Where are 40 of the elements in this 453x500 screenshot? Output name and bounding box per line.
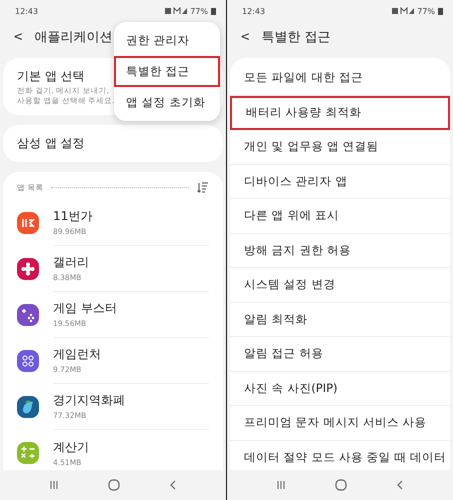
battery-level: 77% [190, 6, 208, 16]
app-name[interactable]: 11번가 [53, 208, 209, 225]
back-icon[interactable] [396, 480, 404, 490]
battery-level: 77% [417, 6, 435, 16]
back-button[interactable]: < [241, 29, 250, 45]
back-icon[interactable] [168, 480, 177, 490]
settings-item[interactable]: 개인 및 업무용 앱 연결됨 [230, 130, 450, 164]
menu-item[interactable]: 권한 관리자 [114, 25, 220, 56]
settings-item[interactable]: 모든 파일에 대한 접근 [230, 61, 450, 96]
home-icon[interactable] [334, 479, 347, 491]
status-time: 12:43 [242, 6, 266, 16]
app-name[interactable]: 게임 부스터 [53, 300, 209, 317]
signal-icon [392, 7, 414, 15]
settings-item[interactable]: 방해 금지 권한 허용 [230, 234, 450, 268]
recent-apps-icon[interactable] [276, 480, 286, 490]
battery-icon [211, 7, 216, 15]
page-title: 애플리케이션 [34, 29, 112, 46]
signal-icon [165, 7, 188, 15]
settings-item[interactable]: 알림 접근 허용 [230, 337, 450, 372]
home-icon[interactable] [108, 479, 120, 491]
setting-title: 기본 앱 선택 [17, 68, 85, 85]
back-button[interactable]: < [14, 29, 22, 45]
app-name[interactable]: 경기지역화폐 [53, 392, 209, 409]
app-name[interactable]: 갤러리 [53, 254, 209, 271]
recent-apps-icon[interactable] [49, 480, 60, 490]
battery-icon [438, 7, 443, 15]
app-name[interactable]: 게임런처 [53, 346, 209, 363]
settings-item[interactable]: 다른 앱 위에 표시 [230, 199, 450, 234]
menu-item[interactable]: 특별한 접근 [114, 56, 220, 87]
settings-item[interactable]: 시스템 설정 변경 [230, 268, 450, 302]
settings-item[interactable]: 디바이스 관리자 앱 [230, 164, 450, 199]
sort-icon[interactable] [197, 182, 209, 193]
settings-item[interactable]: 알림 최적화 [230, 302, 450, 337]
setting-title[interactable]: 삼성 앱 설정 [17, 134, 85, 152]
settings-item[interactable]: 사진 속 사진(PIP) [230, 372, 450, 406]
status-time: 12:43 [15, 6, 38, 16]
app-name[interactable]: 계산기 [53, 438, 209, 456]
settings-item[interactable]: 배터리 사용량 최적화 [230, 96, 450, 130]
page-title: 특별한 접근 [261, 29, 331, 46]
settings-item[interactable]: 프리미엄 문자 메시지 서비스 사용 [230, 406, 450, 440]
